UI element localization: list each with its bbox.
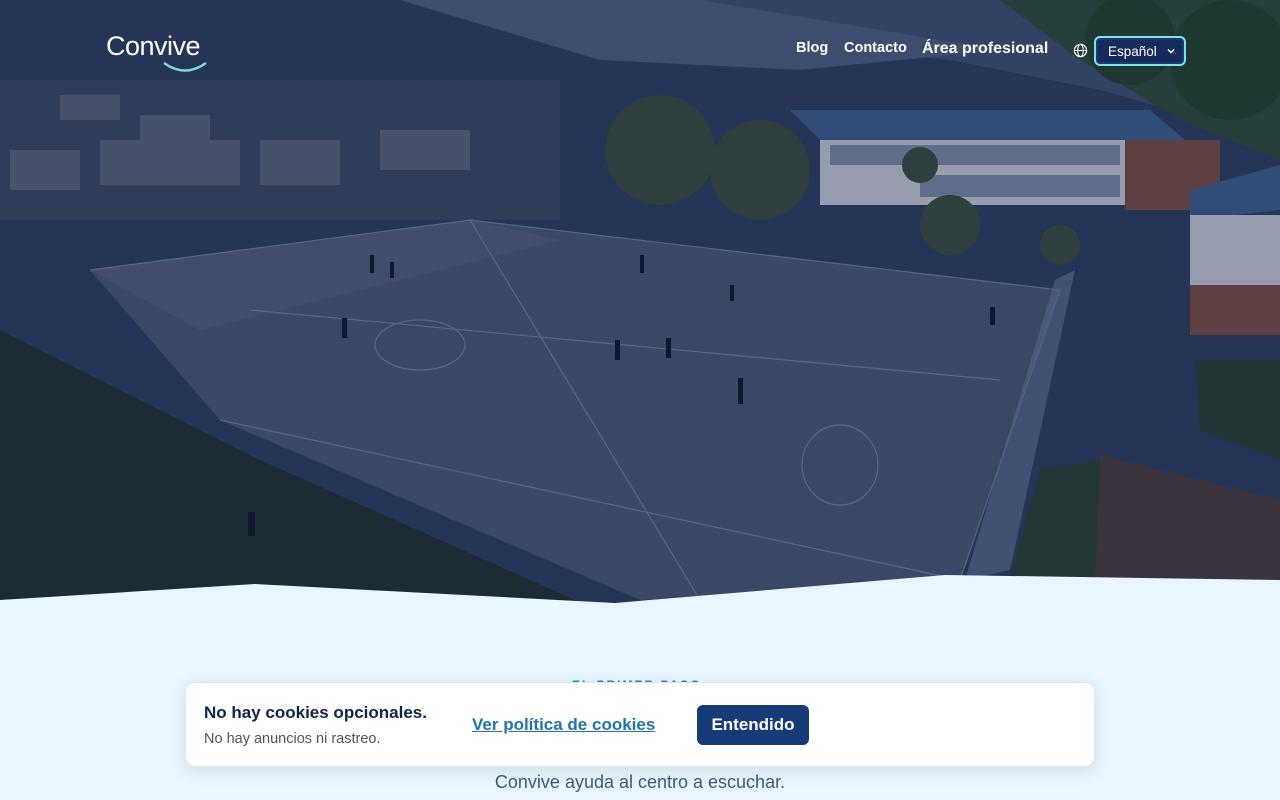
nav-link-area-profesional[interactable]: Área profesional — [922, 40, 1048, 58]
section-tagline: Convive ayuda al centro a escuchar. — [494, 772, 786, 792]
cookie-banner: No hay cookies opcionales. No hay anunci… — [185, 682, 1095, 767]
logo-smile-icon — [163, 62, 207, 72]
logo[interactable]: Convive — [106, 31, 201, 62]
nav-area-profesional: Área profesional — [922, 40, 1048, 58]
nav-link-contacto[interactable]: Contacto — [844, 40, 907, 56]
cookie-accept-button[interactable]: Entendido — [697, 705, 809, 745]
language-select[interactable]: Español — [1094, 36, 1186, 66]
language-select-value: Español — [1108, 43, 1157, 59]
cookie-policy-link[interactable]: Ver política de cookies — [472, 715, 655, 735]
hero-image — [0, 0, 1280, 620]
wave-divider — [0, 575, 1280, 620]
cookie-subtitle: No hay anuncios ni rastreo. — [204, 731, 381, 747]
cookie-title: No hay cookies opcionales. — [204, 703, 427, 722]
globe-icon — [1073, 43, 1088, 58]
nav-blog: Blog — [796, 40, 828, 56]
nav-link-blog[interactable]: Blog — [796, 40, 828, 56]
chevron-down-icon — [1167, 48, 1175, 54]
nav-contacto: Contacto — [844, 40, 907, 56]
hero-overlay — [0, 0, 1280, 620]
